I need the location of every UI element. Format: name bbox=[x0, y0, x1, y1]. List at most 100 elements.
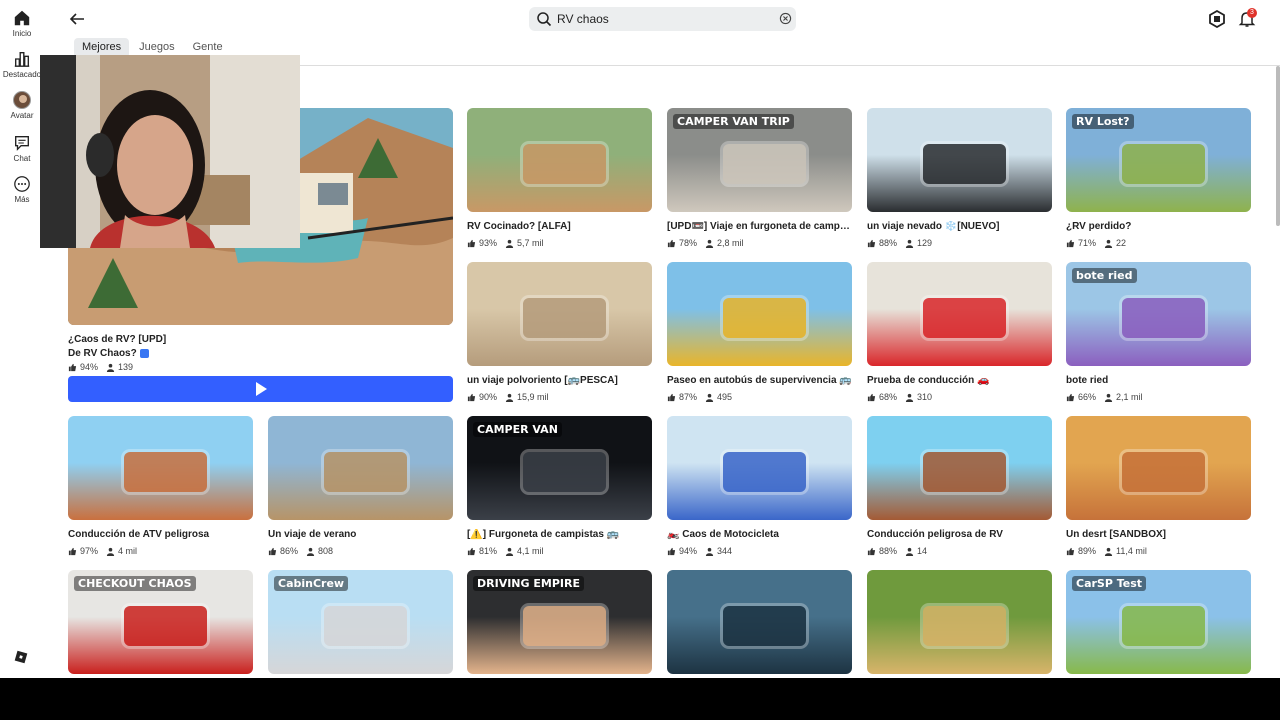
scrollbar[interactable] bbox=[1276, 66, 1280, 226]
game-title[interactable]: Un desrt [SANDBOX] bbox=[1066, 529, 1251, 540]
game-thumbnail[interactable]: CabinCrew bbox=[268, 570, 453, 674]
game-title[interactable]: [UPD📼] Viaje en furgoneta de campis… bbox=[667, 221, 852, 232]
game-tile[interactable]: RV Lost? ¿RV perdido? 71% 22 bbox=[1066, 108, 1251, 248]
game-title[interactable]: [⚠️] Furgoneta de campistas 🚌 bbox=[467, 529, 652, 540]
search-bar[interactable] bbox=[529, 7, 796, 31]
game-tile[interactable]: Conducción de ATV peligrosa 97% 4 mil bbox=[68, 416, 253, 556]
game-tile[interactable]: bote ried bote ried 66% 2,1 mil bbox=[1066, 262, 1251, 402]
game-title[interactable]: Prueba de conducción 🚗 bbox=[867, 375, 1052, 386]
game-players: 14 bbox=[917, 546, 928, 556]
thumbnail-art bbox=[922, 606, 1006, 646]
game-tile[interactable]: Paseo en autobús de supervivencia 🚌 87% 49… bbox=[667, 262, 852, 402]
players-icon bbox=[1104, 239, 1113, 248]
game-title[interactable]: Un viaje de verano bbox=[268, 529, 453, 540]
game-tile[interactable]: CabinCrew bbox=[268, 570, 453, 678]
game-thumbnail[interactable]: DRIVING EMPIRE bbox=[467, 570, 652, 674]
game-thumbnail[interactable] bbox=[1066, 416, 1251, 520]
game-stats: 66% 2,1 mil bbox=[1066, 392, 1251, 402]
search-input[interactable] bbox=[557, 12, 767, 26]
game-thumbnail[interactable] bbox=[467, 262, 652, 366]
game-tile[interactable]: CHECKOUT CHAOS bbox=[68, 570, 253, 678]
clear-search-icon[interactable] bbox=[779, 12, 792, 25]
thumbs-up-icon bbox=[268, 547, 277, 555]
robux-icon[interactable] bbox=[1208, 10, 1226, 28]
game-title[interactable]: 🏍️ Caos de Motocicleta bbox=[667, 529, 852, 540]
game-thumbnail[interactable]: bote ried bbox=[1066, 262, 1251, 366]
game-tile[interactable]: Prueba de conducción 🚗 68% 310 bbox=[867, 262, 1052, 402]
game-tile[interactable]: un viaje nevado ❄️[NUEVO] 88% 129 bbox=[867, 108, 1052, 248]
more-icon bbox=[14, 176, 30, 192]
game-thumbnail[interactable]: RV Lost? bbox=[1066, 108, 1251, 212]
nav-home[interactable]: Inicio bbox=[0, 9, 44, 38]
game-stats: 81% 4,1 mil bbox=[467, 546, 652, 556]
players-icon bbox=[705, 547, 714, 556]
game-tile[interactable]: CAMPER VAN [⚠️] Furgoneta de campistas 🚌 8… bbox=[467, 416, 652, 556]
roblox-app: Inicio Destacado Avatar Chat Más 3 Mejor… bbox=[0, 0, 1280, 678]
game-stats: 93% 5,7 mil bbox=[467, 238, 652, 248]
game-thumbnail[interactable] bbox=[867, 570, 1052, 674]
game-tile[interactable]: RV Cocinado? [ALFA] 93% 5,7 mil bbox=[467, 108, 652, 248]
game-thumbnail[interactable] bbox=[268, 416, 453, 520]
game-thumbnail[interactable]: CAMPER VAN bbox=[467, 416, 652, 520]
roblox-logo-icon[interactable] bbox=[14, 650, 28, 664]
game-thumbnail[interactable] bbox=[667, 416, 852, 520]
game-rating: 88% bbox=[879, 238, 898, 248]
game-title[interactable]: ¿RV perdido? bbox=[1066, 221, 1251, 232]
nav-more-label: Más bbox=[14, 195, 30, 204]
nav-charts[interactable]: Destacado bbox=[0, 50, 44, 79]
game-tile[interactable]: Conducción peligrosa de RV 88% 14 bbox=[867, 416, 1052, 556]
game-title[interactable]: Conducción de ATV peligrosa bbox=[68, 529, 253, 540]
game-players: 4 mil bbox=[118, 546, 138, 556]
game-tile[interactable]: 🏍️ Caos de Motocicleta 94% 344 bbox=[667, 416, 852, 556]
nav-avatar[interactable]: Avatar bbox=[0, 91, 44, 120]
game-thumbnail[interactable] bbox=[68, 416, 253, 520]
game-thumbnail[interactable]: CAMPER VAN TRIP bbox=[667, 108, 852, 212]
nav-more[interactable]: Más bbox=[0, 175, 44, 204]
webcam-image bbox=[40, 55, 300, 248]
game-thumbnail[interactable] bbox=[467, 108, 652, 212]
game-players: 2,8 mil bbox=[717, 238, 744, 248]
featured-game-creator[interactable]: De RV Chaos? bbox=[68, 348, 149, 359]
game-thumbnail[interactable] bbox=[667, 262, 852, 366]
back-arrow-icon[interactable] bbox=[66, 8, 88, 30]
game-tile[interactable]: Un viaje de verano 86% 808 bbox=[268, 416, 453, 556]
game-thumbnail[interactable] bbox=[667, 570, 852, 674]
play-button[interactable] bbox=[68, 376, 453, 402]
players-icon bbox=[705, 393, 714, 402]
game-tile[interactable]: CAMPER VAN TRIP [UPD📼] Viaje en furgoneta… bbox=[667, 108, 852, 248]
game-rating: 86% bbox=[280, 546, 299, 556]
featured-game-title[interactable]: ¿Caos de RV? [UPD] bbox=[68, 334, 166, 345]
nav-home-label: Inicio bbox=[12, 29, 32, 38]
game-title[interactable]: RV Cocinado? [ALFA] bbox=[467, 221, 652, 232]
game-players: 344 bbox=[717, 546, 733, 556]
game-tile[interactable]: un viaje polvoriento [🚌PESCA] 90% 15,9 mil bbox=[467, 262, 652, 402]
thumbnail-art bbox=[722, 144, 806, 184]
thumbs-up-icon bbox=[467, 393, 476, 401]
game-thumbnail[interactable] bbox=[867, 416, 1052, 520]
game-title[interactable]: Paseo en autobús de supervivencia 🚌 bbox=[667, 375, 852, 386]
game-tile[interactable]: Un desrt [SANDBOX] 89% 11,4 mil bbox=[1066, 416, 1251, 556]
game-stats: 86% 808 bbox=[268, 546, 453, 556]
thumbnail-art bbox=[722, 452, 806, 492]
thumbs-up-icon bbox=[467, 547, 476, 555]
game-thumbnail[interactable]: CHECKOUT CHAOS bbox=[68, 570, 253, 674]
players-icon bbox=[106, 547, 115, 556]
nav-chat[interactable]: Chat bbox=[0, 134, 44, 163]
game-title[interactable]: un viaje polvoriento [🚌PESCA] bbox=[467, 375, 652, 386]
notification-badge: 3 bbox=[1247, 8, 1257, 18]
game-thumbnail[interactable] bbox=[867, 108, 1052, 212]
game-stats: 68% 310 bbox=[867, 392, 1052, 402]
game-title[interactable]: bote ried bbox=[1066, 375, 1251, 386]
game-tile[interactable] bbox=[667, 570, 852, 678]
game-tile[interactable] bbox=[867, 570, 1052, 678]
game-title[interactable]: Conducción peligrosa de RV bbox=[867, 529, 1052, 540]
game-tile[interactable]: DRIVING EMPIRE bbox=[467, 570, 652, 678]
game-title[interactable]: un viaje nevado ❄️[NUEVO] bbox=[867, 221, 1052, 232]
thumbnail-text: CabinCrew bbox=[274, 576, 349, 591]
nav-chat-label: Chat bbox=[13, 154, 31, 163]
game-thumbnail[interactable] bbox=[867, 262, 1052, 366]
game-tile[interactable]: CarSP Test bbox=[1066, 570, 1251, 678]
game-thumbnail[interactable]: CarSP Test bbox=[1066, 570, 1251, 674]
game-players: 11,4 mil bbox=[1116, 546, 1147, 556]
thumbnail-art bbox=[922, 298, 1006, 338]
